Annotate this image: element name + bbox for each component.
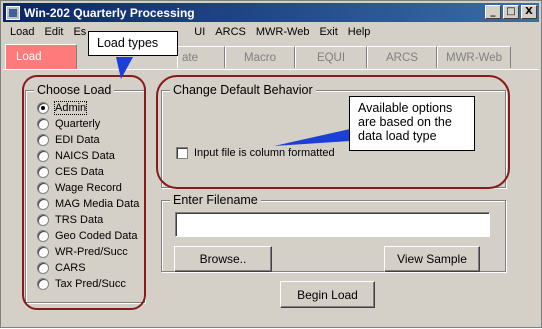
load-option-quarterly[interactable]: Quarterly	[37, 118, 100, 130]
menu-arcs[interactable]: ARCS	[210, 26, 251, 38]
radio-label: NAICS Data	[55, 150, 115, 162]
column-format-checkbox-row[interactable]: Input file is column formatted	[176, 147, 335, 159]
load-option-wage-record[interactable]: Wage Record	[37, 182, 122, 194]
available-options-callout: Available options are based on the data …	[349, 96, 475, 151]
menu-help[interactable]: Help	[343, 26, 376, 38]
radio-button[interactable]	[37, 182, 49, 194]
radio-label: Geo Coded Data	[55, 230, 138, 242]
minimize-button[interactable]: _	[485, 5, 501, 19]
load-option-edi-data[interactable]: EDI Data	[37, 134, 100, 146]
tab-macro[interactable]: Macro	[225, 46, 295, 68]
radio-label: WR-Pred/Succ	[55, 246, 128, 258]
load-option-mag-media-data[interactable]: MAG Media Data	[37, 198, 139, 210]
radio-button[interactable]	[37, 118, 49, 130]
radio-button[interactable]	[37, 150, 49, 162]
menu-ui[interactable]: UI	[189, 26, 210, 38]
enter-filename-title: Enter Filename	[170, 193, 261, 207]
tab-equi[interactable]: EQUI	[295, 46, 367, 68]
radio-label: TRS Data	[55, 214, 104, 226]
choose-load-title: Choose Load	[34, 83, 115, 97]
radio-label: CES Data	[55, 166, 104, 178]
filename-input[interactable]	[175, 212, 490, 237]
load-option-wr-pred-succ[interactable]: WR-Pred/Succ	[37, 246, 128, 258]
load-option-cars[interactable]: CARS	[37, 262, 86, 274]
app-icon	[6, 5, 20, 20]
load-option-tax-pred-succ[interactable]: Tax Pred/Succ	[37, 278, 126, 290]
default-behavior-title: Change Default Behavior	[170, 83, 316, 97]
menu-bar: Load Edit Es UI ARCS MWR-Web Exit Help	[3, 23, 539, 41]
radio-button[interactable]	[37, 102, 49, 114]
close-button[interactable]: X	[521, 5, 537, 19]
radio-button[interactable]	[37, 134, 49, 146]
tab-update[interactable]: ate	[177, 46, 225, 68]
load-option-admin[interactable]: Admin	[37, 101, 88, 115]
menu-exit[interactable]: Exit	[314, 26, 342, 38]
radio-button[interactable]	[37, 246, 49, 258]
begin-load-button[interactable]: Begin Load	[280, 281, 375, 308]
tab-load[interactable]: Load	[5, 44, 77, 69]
radio-label: Quarterly	[55, 118, 101, 130]
column-format-label: Input file is column formatted	[194, 147, 335, 159]
radio-button[interactable]	[37, 198, 49, 210]
app-window: Win-202 Quarterly Processing _ □ X Load …	[0, 0, 542, 328]
radio-label: CARS	[55, 262, 86, 274]
radio-button[interactable]	[37, 230, 49, 242]
radio-label: Admin	[53, 101, 88, 115]
menu-load[interactable]: Load	[5, 26, 39, 38]
window-title: Win-202 Quarterly Processing	[24, 5, 195, 20]
radio-label: EDI Data	[55, 134, 100, 146]
radio-button[interactable]	[37, 214, 49, 226]
browse-button[interactable]: Browse..	[174, 246, 272, 272]
radio-label: Wage Record	[55, 182, 122, 194]
radio-button[interactable]	[37, 262, 49, 274]
load-option-trs-data[interactable]: TRS Data	[37, 214, 103, 226]
radio-label: MAG Media Data	[55, 198, 140, 210]
title-bar[interactable]: Win-202 Quarterly Processing _ □ X	[3, 3, 539, 22]
view-sample-button[interactable]: View Sample	[384, 246, 480, 272]
maximize-button[interactable]: □	[503, 5, 519, 19]
tab-arcs[interactable]: ARCS	[367, 46, 437, 68]
load-types-callout: Load types	[88, 31, 178, 56]
tab-mwr-web[interactable]: MWR-Web	[437, 46, 511, 68]
menu-edit[interactable]: Edit	[39, 26, 68, 38]
radio-button[interactable]	[37, 278, 49, 290]
radio-label: Tax Pred/Succ	[55, 278, 126, 290]
load-option-ces-data[interactable]: CES Data	[37, 166, 104, 178]
menu-mwr-web[interactable]: MWR-Web	[251, 26, 315, 38]
load-option-naics-data[interactable]: NAICS Data	[37, 150, 115, 162]
tab-strip: Load ate Macro EQUI ARCS MWR-Web	[3, 44, 539, 69]
load-option-geo-coded-data[interactable]: Geo Coded Data	[37, 230, 138, 242]
column-format-checkbox[interactable]	[176, 147, 188, 159]
radio-button[interactable]	[37, 166, 49, 178]
